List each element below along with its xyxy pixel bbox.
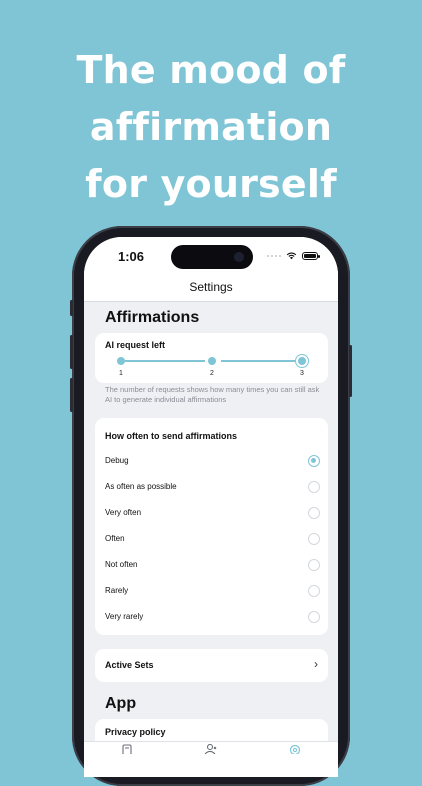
phone-screen: 1:06 Settings Affirmations AI request le… <box>84 237 338 777</box>
radio-icon[interactable] <box>308 533 320 545</box>
ai-request-card: AI request left 1 2 3 <box>95 333 328 383</box>
nav-bar: Settings <box>84 277 338 302</box>
option-label: Rarely <box>105 586 129 595</box>
frequency-option-debug[interactable]: Debug <box>105 454 320 470</box>
option-label: Not often <box>105 560 138 569</box>
ai-slider-tick-1: 1 <box>119 370 123 377</box>
wifi-icon <box>286 252 297 260</box>
chevron-right-icon: › <box>314 657 318 671</box>
frequency-option-not-often[interactable]: Not often <box>105 558 320 574</box>
radio-icon[interactable] <box>308 507 320 519</box>
radio-icon[interactable] <box>308 559 320 571</box>
frequency-option-very-often[interactable]: Very often <box>105 506 320 522</box>
frequency-option-very-rarely[interactable]: Very rarely <box>105 610 320 626</box>
status-icons <box>267 251 320 260</box>
option-label: Very often <box>105 508 142 517</box>
ai-slider-track-2 <box>221 360 301 362</box>
option-label: Often <box>105 534 125 543</box>
headline-line-2: affirmation <box>89 105 333 149</box>
headline-line-3: for yourself <box>85 162 337 206</box>
headline-line-1: The mood of <box>76 48 346 92</box>
phone-volume-down <box>70 378 73 412</box>
status-bar: 1:06 <box>84 237 338 277</box>
active-sets-label: Active Sets <box>105 660 154 670</box>
ai-request-hint: The number of requests shows how many ti… <box>105 385 320 404</box>
headline: The mood of affirmation for yourself <box>0 42 422 213</box>
ai-slider-tick-3: 3 <box>300 370 304 377</box>
journal-tab-icon[interactable] <box>120 744 134 754</box>
ai-slider-stop-1[interactable] <box>117 357 125 365</box>
dynamic-island <box>171 245 253 269</box>
privacy-policy-label: Privacy policy <box>105 727 166 737</box>
radio-icon[interactable] <box>308 611 320 623</box>
option-label: As often as possible <box>105 482 177 491</box>
frequency-title: How often to send affirmations <box>105 431 238 441</box>
radio-icon[interactable] <box>308 585 320 597</box>
frequency-card: How often to send affirmations Debug As … <box>95 418 328 635</box>
option-label: Debug <box>105 456 129 465</box>
radio-selected-icon[interactable] <box>308 455 320 467</box>
ai-slider-tick-2: 2 <box>210 370 214 377</box>
frequency-option-as-often-as-possible[interactable]: As often as possible <box>105 480 320 496</box>
signal-icon <box>267 254 281 257</box>
tab-bar <box>84 741 338 777</box>
phone-mute-switch <box>70 300 73 316</box>
radio-icon[interactable] <box>308 481 320 493</box>
camera-icon <box>234 252 244 262</box>
phone-power-button <box>349 345 352 397</box>
option-label: Very rarely <box>105 612 144 621</box>
active-sets-row[interactable]: Active Sets › <box>95 649 328 682</box>
phone-volume-up <box>70 335 73 369</box>
ai-slider-track-1 <box>125 360 205 362</box>
status-time: 1:06 <box>118 249 145 264</box>
frequency-option-rarely[interactable]: Rarely <box>105 584 320 600</box>
ai-slider-stop-2[interactable] <box>208 357 216 365</box>
section-title-app: App <box>105 695 137 712</box>
page-title: Settings <box>189 280 233 294</box>
battery-icon <box>302 251 320 260</box>
frequency-option-often[interactable]: Often <box>105 532 320 548</box>
ai-request-title: AI request left <box>105 340 166 350</box>
section-title-affirmations: Affirmations <box>105 309 200 326</box>
settings-tab-icon[interactable] <box>288 744 302 754</box>
person-tab-icon[interactable] <box>204 744 218 754</box>
ai-slider-thumb[interactable] <box>298 357 306 365</box>
